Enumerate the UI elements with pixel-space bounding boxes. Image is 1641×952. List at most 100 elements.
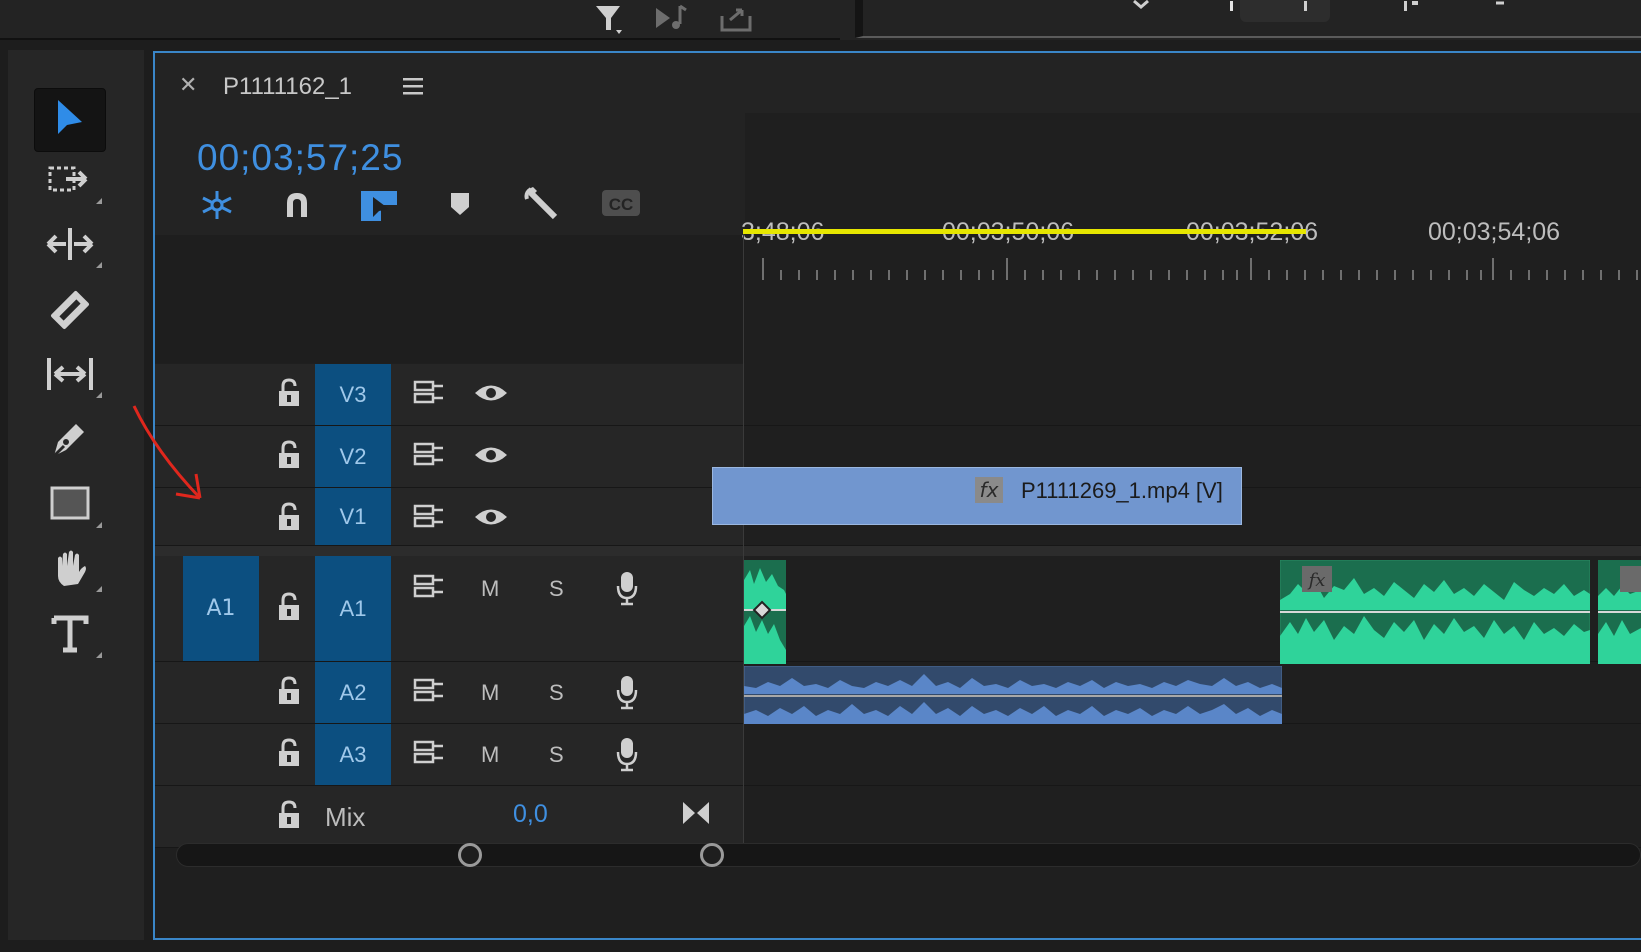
track-row-v3: V3 — [155, 364, 1641, 426]
nest-toggle-icon[interactable] — [197, 189, 237, 225]
lock-icon[interactable] — [277, 502, 301, 536]
tools-panel — [8, 50, 144, 940]
lock-icon[interactable] — [277, 738, 301, 772]
lock-icon[interactable] — [277, 378, 301, 412]
panel-menu-icon[interactable] — [403, 77, 425, 99]
source-patch-a1[interactable]: A1 — [183, 556, 259, 661]
rectangle-icon — [48, 484, 92, 528]
close-icon[interactable]: ✕ — [179, 73, 197, 98]
sequence-tab-title[interactable]: P1111162_1 — [223, 73, 352, 101]
sync-lock-icon[interactable] — [413, 442, 445, 472]
ruler-ticks — [762, 258, 1638, 280]
track-target-v1[interactable]: V1 — [315, 488, 391, 545]
mute-button[interactable]: M — [481, 680, 499, 706]
audio-clip-a1-right[interactable]: fx — [1280, 560, 1590, 664]
scroll-handle-left[interactable] — [458, 843, 482, 867]
sync-lock-icon[interactable] — [413, 574, 445, 604]
microphone-icon[interactable] — [615, 674, 639, 714]
solo-button[interactable]: S — [549, 576, 564, 602]
chevron-down-icon[interactable] — [1132, 0, 1150, 15]
linked-selection-icon[interactable] — [359, 189, 399, 227]
video-audio-divider[interactable] — [155, 546, 1641, 556]
captions-icon[interactable]: CC — [601, 189, 641, 221]
timeline-header-spacer — [155, 235, 745, 363]
track-target-a2[interactable]: A2 — [315, 662, 391, 723]
eye-icon[interactable] — [473, 506, 509, 532]
track-header — [155, 426, 745, 487]
lock-icon[interactable] — [277, 800, 301, 834]
eye-icon[interactable] — [473, 382, 509, 408]
lock-icon[interactable] — [277, 592, 301, 626]
audio-clip-a1-left[interactable] — [744, 560, 786, 664]
video-clip[interactable]: fx P1111269_1.mp4 [V] — [712, 467, 1242, 525]
mark-in-icon[interactable] — [1226, 0, 1238, 17]
audio-clip-a1-edge[interactable] — [1598, 560, 1641, 664]
audio-clip-a2[interactable] — [744, 666, 1282, 724]
track-select-tool[interactable] — [32, 152, 108, 212]
step-back-icon[interactable] — [1494, 0, 1514, 17]
track-header — [155, 364, 745, 425]
type-tool[interactable] — [32, 606, 108, 666]
work-area-bar[interactable] — [743, 229, 1306, 234]
hand-icon — [48, 546, 92, 594]
rectangle-tool[interactable] — [32, 476, 108, 536]
snap-magnet-icon[interactable] — [281, 189, 313, 225]
track-lane[interactable] — [743, 786, 1641, 847]
mix-transition-icon[interactable] — [681, 800, 711, 830]
annotation-arrow — [132, 405, 202, 500]
solo-button[interactable]: S — [549, 680, 564, 706]
timeline-divider — [743, 234, 744, 848]
track-target-v3[interactable]: V3 — [315, 364, 391, 425]
add-marker-icon[interactable] — [449, 191, 471, 221]
track-select-icon — [46, 160, 94, 204]
microphone-icon[interactable] — [615, 736, 639, 776]
track-target-a3[interactable]: A3 — [315, 724, 391, 785]
slip-tool[interactable] — [32, 346, 108, 406]
svg-text:CC: CC — [609, 195, 634, 214]
lock-icon[interactable] — [277, 440, 301, 474]
track-lane[interactable] — [743, 724, 1641, 785]
ripple-edit-tool[interactable] — [32, 216, 108, 276]
track-lane[interactable] — [743, 364, 1641, 425]
razor-tool[interactable] — [32, 282, 108, 342]
track-row-mix: Mix 0,0 — [155, 786, 1641, 848]
pen-tool[interactable] — [32, 410, 108, 470]
monitor-tab[interactable] — [1240, 0, 1330, 22]
mute-button[interactable]: M — [481, 576, 499, 602]
playhead-timecode[interactable]: 00;03;57;25 — [197, 137, 403, 179]
track-target-v2[interactable]: V2 — [315, 426, 391, 487]
wrench-icon[interactable] — [523, 185, 561, 227]
track-header — [155, 488, 745, 545]
type-icon — [50, 612, 90, 660]
microphone-icon[interactable] — [615, 570, 639, 610]
fx-badge: fx — [1307, 570, 1326, 591]
sync-lock-icon[interactable] — [413, 678, 445, 708]
sync-lock-icon[interactable] — [413, 740, 445, 770]
track-header — [155, 724, 745, 785]
scroll-handle-right[interactable] — [700, 843, 724, 867]
eye-icon[interactable] — [473, 444, 509, 470]
fx-badge[interactable]: fx — [975, 477, 1003, 503]
lock-icon[interactable] — [277, 676, 301, 710]
solo-button[interactable]: S — [549, 742, 564, 768]
sync-lock-icon[interactable] — [413, 504, 445, 534]
track-row-a3: A3 M S — [155, 724, 1641, 786]
clip-name: P1111269_1.mp4 [V] — [1021, 478, 1223, 503]
top-toolbar — [0, 0, 1641, 40]
mute-button[interactable]: M — [481, 742, 499, 768]
track-header — [155, 662, 745, 723]
track-header — [155, 786, 745, 847]
mark-out-icon[interactable] — [1300, 0, 1312, 17]
time-ruler[interactable]: 3;48;06 00;03;50;06 00;03;52;06 00;03;54… — [741, 113, 1641, 283]
pen-icon — [48, 416, 92, 464]
audio-export-icon[interactable] — [652, 2, 692, 40]
go-to-in-icon[interactable] — [1398, 0, 1422, 17]
filter-icon[interactable] — [592, 2, 626, 40]
export-icon[interactable] — [718, 2, 754, 40]
mix-volume-value[interactable]: 0,0 — [513, 800, 548, 829]
timeline-scrollbar[interactable] — [176, 843, 1641, 867]
sync-lock-icon[interactable] — [413, 380, 445, 410]
track-target-a1[interactable]: A1 — [315, 556, 391, 661]
selection-tool[interactable] — [34, 88, 106, 152]
hand-tool[interactable] — [32, 540, 108, 600]
